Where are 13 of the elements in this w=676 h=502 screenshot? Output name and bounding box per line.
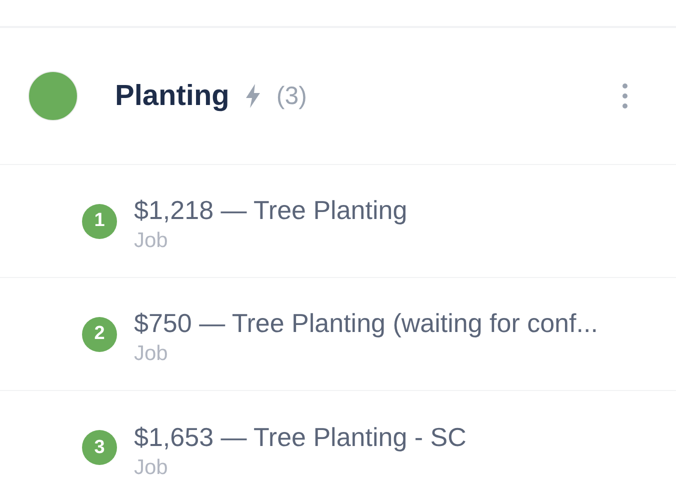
job-title[interactable]: $1,653 — Tree Planting - SC <box>134 422 466 452</box>
job-type: Job <box>134 342 169 366</box>
number-badge: 2 <box>82 316 117 352</box>
job-type: Job <box>134 229 169 253</box>
number-badge: 3 <box>82 430 117 465</box>
stage-title: Planting <box>115 80 230 112</box>
job-title[interactable]: $750 — Tree Planting (waiting for conf... <box>134 308 598 339</box>
job-type: Job <box>134 456 169 480</box>
number-badge: 1 <box>82 204 117 238</box>
job-title[interactable]: $1,218 — Tree Planting <box>134 195 408 226</box>
item-count: (3) <box>276 82 307 110</box>
lightning-icon <box>245 84 262 108</box>
more-options-icon[interactable] <box>622 83 628 109</box>
